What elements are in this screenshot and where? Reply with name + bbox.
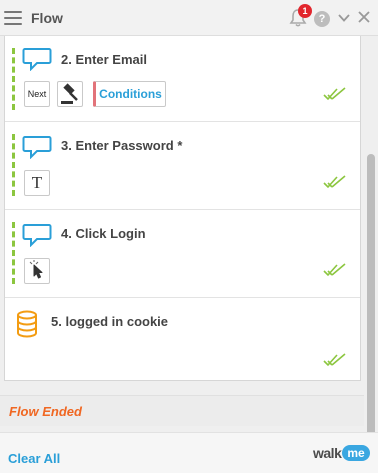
double-check-icon bbox=[323, 175, 346, 189]
speech-bubble-icon bbox=[22, 224, 52, 247]
gavel-action-button[interactable] bbox=[57, 81, 83, 107]
double-check-icon bbox=[323, 353, 346, 367]
database-icon bbox=[17, 310, 37, 338]
logo-walk-text: walk bbox=[313, 445, 342, 461]
step-title: 5. logged in cookie bbox=[51, 314, 169, 329]
walkme-logo: walk me bbox=[313, 443, 370, 463]
step-progress-bar bbox=[12, 48, 15, 110]
clear-all-link[interactable]: Clear All bbox=[8, 451, 60, 466]
close-icon[interactable] bbox=[357, 10, 371, 24]
step-title: 3. Enter Password * bbox=[61, 138, 183, 153]
flow-steps-list: 2. Enter Email Next Conditions 3. Enter … bbox=[4, 36, 361, 381]
pointer-click-icon bbox=[29, 260, 43, 279]
hamburger-menu-icon[interactable] bbox=[4, 11, 22, 25]
click-action-button[interactable] bbox=[24, 258, 50, 284]
double-check-icon bbox=[323, 87, 346, 101]
panel-title: Flow bbox=[31, 10, 63, 26]
step-progress-bar bbox=[12, 222, 15, 284]
next-action-button[interactable]: Next bbox=[24, 81, 50, 107]
double-check-icon bbox=[323, 263, 346, 277]
conditions-button[interactable]: Conditions bbox=[93, 81, 166, 107]
notification-badge: 1 bbox=[298, 4, 312, 18]
scrollbar[interactable] bbox=[364, 36, 378, 454]
step-title: 4. Click Login bbox=[61, 226, 146, 241]
step-title: 2. Enter Email bbox=[61, 52, 147, 67]
flow-header: Flow 1 ? bbox=[0, 0, 378, 36]
speech-bubble-icon bbox=[22, 48, 52, 71]
type-text-action-button[interactable]: T bbox=[24, 170, 50, 196]
flow-step[interactable]: 5. logged in cookie bbox=[5, 298, 360, 380]
flow-ended-label: Flow Ended bbox=[9, 404, 82, 419]
help-icon[interactable]: ? bbox=[314, 11, 330, 27]
flow-status-bar: Flow Ended bbox=[0, 395, 364, 426]
speech-bubble-icon bbox=[22, 136, 52, 159]
step-progress-bar bbox=[12, 134, 15, 196]
gavel-icon bbox=[61, 83, 78, 104]
logo-me-badge: me bbox=[342, 445, 370, 461]
flow-step[interactable]: 3. Enter Password * T bbox=[5, 122, 360, 210]
flow-step[interactable]: 4. Click Login bbox=[5, 210, 360, 298]
panel-footer: Clear All walk me bbox=[0, 432, 378, 473]
chevron-down-icon[interactable] bbox=[337, 11, 351, 25]
scrollbar-thumb[interactable] bbox=[367, 154, 375, 454]
flow-step[interactable]: 2. Enter Email Next Conditions bbox=[5, 36, 360, 122]
